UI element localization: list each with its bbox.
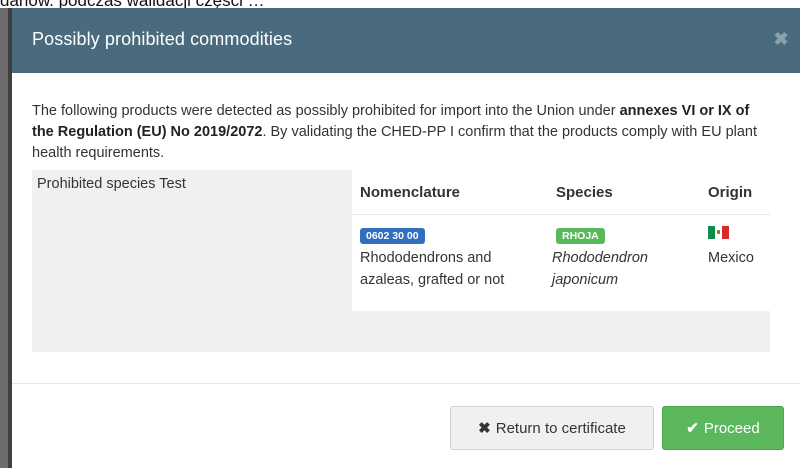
species-name-line2: japonicum xyxy=(552,272,619,288)
proceed-button[interactable]: ✔ Proceed xyxy=(662,406,784,450)
background-page-edge xyxy=(0,8,12,468)
column-header-origin: Origin xyxy=(708,184,753,201)
return-to-certificate-button[interactable]: ✖ Return to certificate xyxy=(450,406,654,450)
proceed-button-label: Proceed xyxy=(703,420,760,437)
prohibited-species-panel: Prohibited species Test Nomenclature Spe… xyxy=(32,170,770,352)
species-name: Rhododendron japonicum xyxy=(552,247,648,291)
return-button-label: Return to certificate xyxy=(495,420,626,437)
nomenclature-description-line2: azaleas, grafted or not xyxy=(360,272,505,288)
mexico-flag-icon xyxy=(708,226,729,239)
close-icon[interactable]: ✖ xyxy=(772,30,790,48)
table-header-divider xyxy=(352,214,770,215)
commodities-table: Nomenclature Species Origin 0602 30 00 R… xyxy=(352,170,770,311)
intro-text-part1: The following products were detected as … xyxy=(32,103,620,119)
dialog-header: Possibly prohibited commodities ✖ xyxy=(12,8,800,73)
column-header-species: Species xyxy=(556,184,613,201)
prohibited-commodities-dialog: Possibly prohibited commodities ✖ The fo… xyxy=(12,8,800,468)
times-icon: ✖ xyxy=(478,420,491,437)
intro-text: The following products were detected as … xyxy=(32,101,772,164)
origin-country: Mexico xyxy=(708,250,754,266)
species-name-line1: Rhododendron xyxy=(552,250,648,266)
dialog-title: Possibly prohibited commodities xyxy=(32,29,293,49)
dialog-footer: ✖ Return to certificate ✔ Proceed xyxy=(12,383,800,469)
check-icon: ✔ xyxy=(686,420,699,437)
nomenclature-code-badge: 0602 30 00 xyxy=(360,228,425,244)
nomenclature-description-line1: Rhododendrons and xyxy=(360,250,492,266)
nomenclature-description: Rhododendrons and azaleas, grafted or no… xyxy=(360,247,504,291)
species-code-badge: RHOJA xyxy=(556,228,605,244)
panel-label: Prohibited species Test xyxy=(37,176,186,192)
column-header-nomenclature: Nomenclature xyxy=(360,184,461,201)
